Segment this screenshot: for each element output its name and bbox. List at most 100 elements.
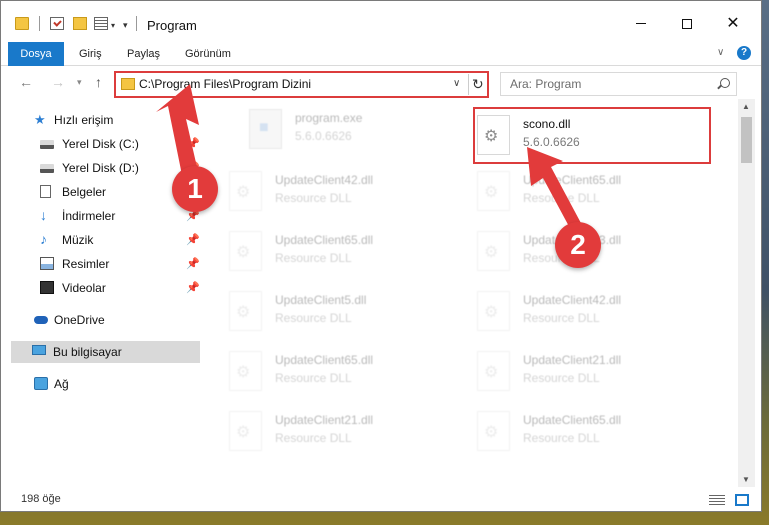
title-bar: ▾ ▾ Program ✕ (1, 1, 761, 41)
search-input[interactable]: Ara: Program (500, 72, 737, 96)
customize-qat-icon[interactable]: ▾ (123, 20, 128, 31)
refresh-icon[interactable]: ↻ (472, 76, 484, 93)
address-path[interactable]: C:\Program Files\Program Dizini (139, 77, 311, 91)
dll-gear-icon (229, 411, 262, 451)
file-item[interactable]: UpdateClient42.dll Resource DLL (205, 163, 445, 221)
computer-icon (32, 345, 46, 355)
network-icon (34, 377, 48, 390)
sidebar-item-label: Bu bilgisayar (53, 345, 122, 359)
sidebar-item-quick-access[interactable]: ★ Hızlı erişim (1, 109, 201, 131)
sidebar-item-local-disk-c[interactable]: Yerel Disk (C:) 📌 (1, 133, 201, 155)
dll-gear-icon (477, 351, 510, 391)
file-description: Resource DLL (275, 371, 352, 385)
sidebar-item-label: Yerel Disk (C:) (62, 137, 139, 151)
dll-gear-icon (229, 231, 262, 271)
dll-gear-icon (477, 171, 510, 211)
sidebar-item-local-disk-d[interactable]: Yerel Disk (D:) 📌 (1, 157, 201, 179)
pin-icon[interactable]: 📌 (186, 137, 200, 150)
chevron-down-icon[interactable]: ∨ (453, 78, 460, 89)
file-item[interactable]: UpdateClient21.dll Resource DLL (453, 343, 693, 401)
address-separator (468, 74, 469, 95)
sidebar-item-label: Belgeler (62, 185, 107, 199)
file-name: UpdateClient21.dll (523, 353, 622, 367)
file-name: UpdateClient42.dll (275, 173, 374, 187)
file-description: Resource DLL (275, 311, 352, 325)
document-icon (40, 185, 51, 198)
tab-file[interactable]: Dosya (8, 42, 64, 66)
back-button[interactable]: ← (19, 74, 33, 90)
help-icon[interactable]: ? (737, 46, 751, 60)
sidebar-item-downloads[interactable]: ↓ İndirmeler 📌 (1, 205, 201, 227)
item-count: 198 öğe (21, 493, 61, 505)
scroll-up-icon[interactable]: ▲ (742, 102, 750, 111)
file-item[interactable]: UpdateClient65.dll Resource DLL (205, 223, 445, 281)
sidebar-item-label: İndirmeler (62, 209, 116, 223)
file-list: program.exe 5.6.0.6626 scono.dll 5.6.0.6… (205, 101, 738, 486)
forward-button[interactable]: → (51, 74, 65, 90)
file-item[interactable]: UpdateClient21.dll Resource DLL (205, 403, 445, 461)
navigation-bar: ← → ▾ ↑ C:\Program Files\Program Dizini … (1, 67, 761, 99)
file-item[interactable]: UpdateClient65.dll Resource DLL (205, 343, 445, 401)
chevron-down-icon[interactable]: ▾ (111, 21, 115, 30)
search-placeholder: Ara: Program (510, 77, 582, 91)
view-options-icon[interactable] (94, 17, 108, 30)
scroll-thumb[interactable] (741, 117, 752, 163)
large-icons-view-icon[interactable] (735, 494, 749, 506)
drive-icon (40, 140, 54, 149)
sidebar-item-label: Müzik (62, 233, 94, 247)
status-bar: 198 öğe (1, 487, 761, 511)
dll-gear-icon (477, 291, 510, 331)
ribbon-tabs: Dosya Giriş Paylaş Görünüm ∨ ? (1, 42, 761, 66)
file-item[interactable]: UpdateClient65.dll Resource DLL (453, 163, 693, 221)
dll-gear-icon (477, 411, 510, 451)
sidebar-item-documents[interactable]: Belgeler 📌 (1, 181, 201, 203)
dll-gear-icon (477, 231, 510, 271)
sidebar-item-network[interactable]: Ağ (1, 373, 201, 395)
file-name: UpdateClient65.dll (523, 173, 622, 187)
minimize-button[interactable] (618, 9, 664, 41)
sidebar-item-label: Resimler (62, 257, 110, 271)
pictures-icon (40, 257, 54, 270)
file-item[interactable]: program.exe 5.6.0.6626 (225, 101, 465, 159)
star-icon: ★ (34, 112, 46, 127)
pin-icon[interactable]: 📌 (186, 233, 200, 246)
sidebar-item-onedrive[interactable]: OneDrive (1, 309, 201, 331)
scroll-down-icon[interactable]: ▼ (742, 475, 750, 484)
window-title: Program (147, 18, 197, 33)
address-bar[interactable]: C:\Program Files\Program Dizini ∨ ↻ (114, 71, 489, 98)
properties-check-icon[interactable] (50, 17, 64, 30)
tab-view[interactable]: Görünüm (175, 42, 241, 66)
qat-separator (39, 16, 40, 31)
recent-locations-icon[interactable]: ▾ (77, 77, 82, 88)
step-1-badge: 1 (172, 166, 218, 212)
pin-icon[interactable]: 📌 (186, 257, 200, 270)
search-icon[interactable] (720, 78, 730, 88)
close-icon: ✕ (726, 15, 740, 32)
sidebar-item-label: Hızlı erişim (54, 113, 114, 127)
close-button[interactable]: ✕ (710, 9, 756, 41)
up-button[interactable]: ↑ (95, 74, 102, 90)
sidebar-item-pictures[interactable]: Resimler 📌 (1, 253, 201, 275)
folder-icon (121, 78, 135, 90)
tab-home[interactable]: Giriş (69, 42, 112, 66)
drive-icon (40, 164, 54, 173)
file-item[interactable]: UpdateClient42.dll Resource DLL (453, 283, 693, 341)
details-view-icon[interactable] (709, 495, 725, 505)
sidebar-item-videos[interactable]: Videolar 📌 (1, 277, 201, 299)
sidebar-item-this-pc[interactable]: Bu bilgisayar (11, 341, 200, 363)
cloud-icon (34, 316, 48, 324)
sidebar-item-music[interactable]: ♪ Müzik 📌 (1, 229, 201, 251)
expand-ribbon-icon[interactable]: ∨ (717, 47, 724, 58)
new-folder-icon[interactable] (73, 17, 87, 30)
file-name: UpdateClient65.dll (275, 353, 374, 367)
highlight-box (473, 107, 711, 164)
maximize-button[interactable] (664, 9, 710, 41)
file-item[interactable]: UpdateClient5.dll Resource DLL (205, 283, 445, 341)
sidebar-item-label: OneDrive (54, 313, 105, 327)
pin-icon[interactable]: 📌 (186, 281, 200, 294)
file-item[interactable]: UpdateClient65.dll Resource DLL (453, 403, 693, 461)
dll-gear-icon (229, 351, 262, 391)
tab-share[interactable]: Paylaş (117, 42, 170, 66)
vertical-scrollbar[interactable]: ▲ ▼ (738, 99, 755, 487)
sidebar-item-label: Yerel Disk (D:) (62, 161, 139, 175)
